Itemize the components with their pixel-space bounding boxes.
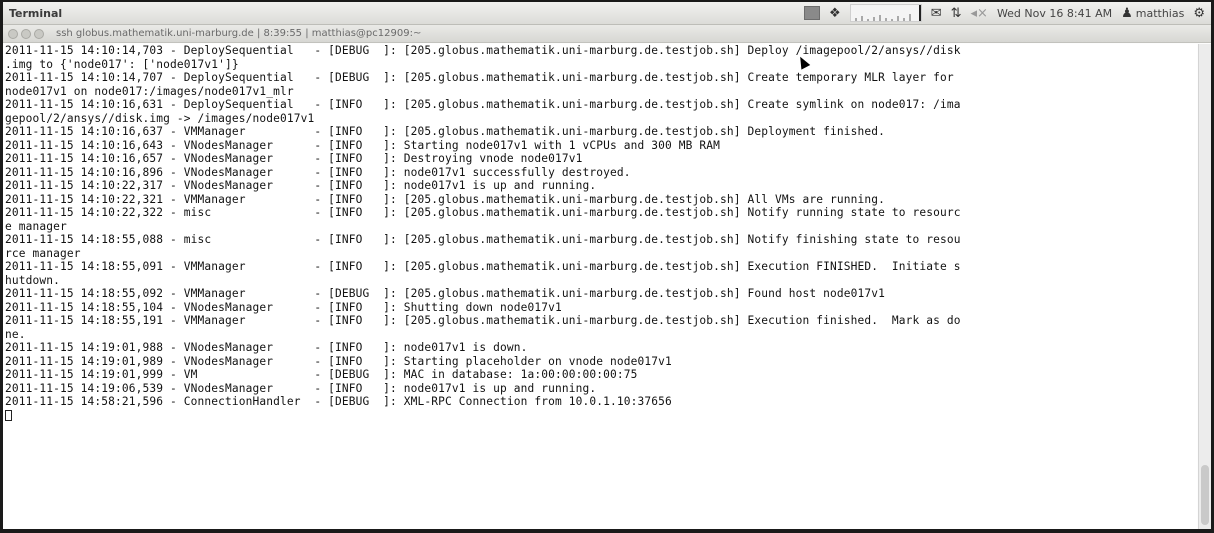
mail-indicator[interactable]: ✉ bbox=[931, 7, 942, 20]
log-line: 2011-11-15 14:18:55,088 - misc - [INFO ]… bbox=[5, 233, 961, 246]
log-line: 2011-11-15 14:18:55,091 - VMManager - [I… bbox=[5, 260, 961, 273]
user-menu[interactable]: ♟ matthias bbox=[1121, 7, 1184, 20]
log-line: gepool/2/ansys//disk.img -> /images/node… bbox=[5, 111, 315, 125]
terminal-cursor bbox=[5, 409, 12, 421]
log-line: .img to {'node017': ['node017v1']} bbox=[5, 57, 239, 71]
log-line: e manager bbox=[5, 219, 67, 233]
log-line: 2011-11-15 14:10:16,643 - VNodesManager … bbox=[5, 138, 721, 152]
panel-app-title[interactable]: Terminal bbox=[9, 7, 62, 20]
indicator-area: ❖ ✉ ⇅ ◂× Wed Nov 16 8:41 AM ♟ matthias ⚙ bbox=[804, 2, 1205, 24]
log-line: node017v1 on node017:/images/node017v1_m… bbox=[5, 84, 294, 98]
log-line: 2011-11-15 14:18:55,092 - VMManager - [D… bbox=[5, 287, 886, 300]
window-controls bbox=[8, 28, 44, 39]
log-line: 2011-11-15 14:18:55,191 - VMManager - [I… bbox=[5, 314, 961, 327]
gear-icon: ⚙ bbox=[1193, 5, 1205, 21]
log-line: 2011-11-15 14:19:01,999 - VM - [DEBUG ]:… bbox=[5, 368, 638, 381]
log-line: ne. bbox=[5, 327, 26, 341]
log-line: 2011-11-15 14:19:01,989 - VNodesManager … bbox=[5, 354, 672, 368]
terminal-output[interactable]: 2011-11-15 14:10:14,703 - DeploySequenti… bbox=[3, 44, 1197, 529]
window-icon bbox=[804, 6, 821, 20]
volume-indicator[interactable]: ◂× bbox=[971, 7, 988, 20]
user-icon: ♟ bbox=[1121, 5, 1133, 21]
log-line: 2011-11-15 14:10:22,317 - VNodesManager … bbox=[5, 179, 597, 192]
system-monitor-icon bbox=[849, 4, 922, 22]
desktop-screen: Terminal ❖ ✉ ⇅ ◂× Wed Nov 16 8:41 AM ♟ m… bbox=[3, 2, 1211, 529]
log-line: rce manager bbox=[5, 246, 81, 260]
log-line: 2011-11-15 14:10:16,657 - VNodesManager … bbox=[5, 152, 583, 165]
log-line: 2011-11-15 14:58:21,596 - ConnectionHand… bbox=[5, 395, 672, 408]
volume-icon: ◂× bbox=[970, 5, 988, 21]
close-button[interactable] bbox=[8, 28, 18, 39]
log-line: 2011-11-15 14:10:14,707 - DeploySequenti… bbox=[5, 71, 954, 84]
system-monitor-indicator[interactable] bbox=[849, 4, 922, 22]
network-icon: ⇅ bbox=[950, 5, 962, 21]
network-indicator[interactable]: ⇅ bbox=[951, 7, 962, 20]
log-line: 2011-11-15 14:19:06,539 - VNodesManager … bbox=[5, 381, 597, 395]
user-name: matthias bbox=[1135, 6, 1185, 20]
dropbox-indicator[interactable]: ❖ bbox=[829, 7, 841, 20]
top-panel: Terminal ❖ ✉ ⇅ ◂× Wed Nov 16 8:41 AM ♟ m… bbox=[3, 2, 1211, 25]
maximize-button[interactable] bbox=[34, 28, 44, 39]
log-line: 2011-11-15 14:10:16,896 - VNodesManager … bbox=[5, 165, 631, 179]
session-menu[interactable]: ⚙ bbox=[1193, 7, 1205, 20]
scrollbar-thumb[interactable] bbox=[1201, 465, 1209, 525]
window-title: ssh globus.mathematik.uni-marburg.de | 8… bbox=[56, 28, 422, 39]
log-line: 2011-11-15 14:10:16,637 - VMManager - [I… bbox=[5, 125, 886, 138]
minimize-button[interactable] bbox=[21, 28, 31, 39]
log-line: 2011-11-15 14:10:22,322 - misc - [INFO ]… bbox=[5, 206, 961, 219]
log-line: 2011-11-15 14:19:01,988 - VNodesManager … bbox=[5, 341, 528, 354]
dropbox-icon: ❖ bbox=[829, 5, 841, 21]
log-line: 2011-11-15 14:18:55,104 - VNodesManager … bbox=[5, 300, 562, 314]
clock[interactable]: Wed Nov 16 8:41 AM bbox=[997, 7, 1112, 20]
window-indicator[interactable] bbox=[804, 6, 821, 20]
mail-icon: ✉ bbox=[930, 5, 942, 21]
window-titlebar[interactable]: ssh globus.mathematik.uni-marburg.de | 8… bbox=[3, 25, 1211, 43]
log-line: hutdown. bbox=[5, 273, 61, 287]
log-line: 2011-11-15 14:10:22,321 - VMManager - [I… bbox=[5, 192, 886, 206]
log-line: 2011-11-15 14:10:16,631 - DeploySequenti… bbox=[5, 98, 961, 111]
terminal-scrollbar[interactable] bbox=[1198, 44, 1211, 529]
log-line: 2011-11-15 14:10:14,703 - DeploySequenti… bbox=[5, 44, 961, 57]
log-lines: 2011-11-15 14:10:14,703 - DeploySequenti… bbox=[3, 44, 1197, 409]
